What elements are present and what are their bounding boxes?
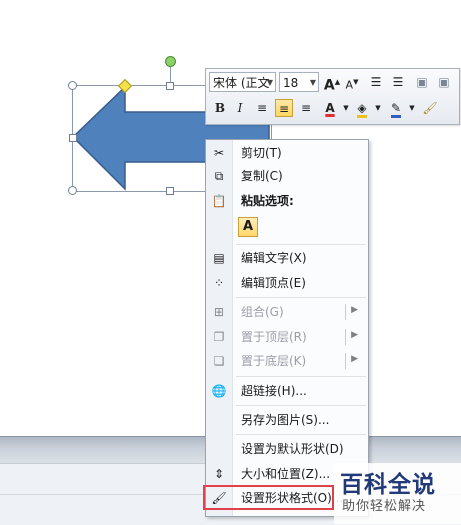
align-right-button[interactable]: ≡ xyxy=(297,99,315,117)
format-painter-button[interactable]: 🖌 xyxy=(421,99,439,117)
watermark-title: 百科全说 xyxy=(340,472,436,498)
menu-item-label: 大小和位置(Z)... xyxy=(241,467,331,481)
bold-button[interactable]: B xyxy=(211,99,229,117)
menu-item-edit-text[interactable]: ▤ 编辑文字(X) xyxy=(206,247,368,269)
align-left-button[interactable]: ≡ xyxy=(253,99,271,117)
hyperlink-icon: 🌐 xyxy=(211,384,227,398)
menu-item-label: 另存为图片(S)... xyxy=(241,413,330,427)
menu-item-edit-points[interactable]: ⁘ 编辑顶点(E) xyxy=(206,272,368,294)
shrink-font-button[interactable]: A▼ xyxy=(343,73,361,92)
menu-separator xyxy=(236,244,366,245)
resize-handle-top-left[interactable] xyxy=(68,81,77,90)
menu-item-label: 剪切(T) xyxy=(241,146,282,160)
bring-to-front-icon: ❐ xyxy=(213,330,225,344)
menu-item-label: 组合(G) xyxy=(241,305,284,319)
align-right-icon: ≡ xyxy=(300,101,312,115)
send-backward-icon: ▣ xyxy=(438,75,450,89)
menu-item-save-as-picture[interactable]: 另存为图片(S)... xyxy=(206,409,368,431)
font-color-icon: A xyxy=(325,101,335,115)
paste-options-header: 📋 粘贴选项: xyxy=(206,190,368,212)
rotation-handle[interactable] xyxy=(165,56,176,67)
shrink-font-icon: A xyxy=(345,78,354,92)
paste-text-only-button[interactable]: A xyxy=(238,217,258,237)
menu-item-set-default-shape[interactable]: 设置为默认形状(D) xyxy=(206,438,368,460)
grow-font-icon: A xyxy=(323,77,335,94)
align-center-icon: ≡ xyxy=(278,102,290,116)
context-menu: ✂ 剪切(T) ⧉ 复制(C) 📋 粘贴选项: A ▤ 编辑文字(X) ⁘ 编辑… xyxy=(205,139,369,517)
paste-icon: 📋 xyxy=(211,194,227,208)
send-to-back-icon: ❏ xyxy=(213,354,225,368)
menu-item-label: 超链接(H)... xyxy=(241,384,307,398)
resize-handle-bottom[interactable] xyxy=(166,187,174,195)
submenu-arrow-icon: ▶ xyxy=(351,330,358,340)
menu-item-label: 编辑文字(X) xyxy=(241,251,307,265)
pen-icon: ✎ xyxy=(390,101,402,118)
submenu-arrow-icon: ▶ xyxy=(351,305,358,315)
scissors-icon: ✂ xyxy=(213,146,225,160)
menu-item-label: 复制(C) xyxy=(241,169,283,183)
menu-item-label: 置于底层(K) xyxy=(241,354,307,368)
font-size-value: 18 xyxy=(283,76,299,90)
chevron-down-icon[interactable]: ▼ xyxy=(310,73,316,93)
menu-item-copy[interactable]: ⧉ 复制(C) xyxy=(206,165,368,187)
menu-separator xyxy=(236,434,366,435)
edit-text-icon: ▤ xyxy=(213,251,225,265)
format-painter-icon: 🖌 xyxy=(422,101,438,115)
bring-forward-icon: ▣ xyxy=(416,75,428,89)
mini-toolbar: 宋体 (正文 ▼ 18 ▼ A▲ A▼ ☰ ☰ ▣ ▣ B I ≡ ≡ ≡ A ▼ … xyxy=(205,68,460,125)
increase-indent-icon: ☰ xyxy=(392,75,404,89)
font-size-box[interactable]: 18 ▼ xyxy=(279,72,319,92)
decrease-indent-button[interactable]: ☰ xyxy=(367,73,385,91)
menu-item-label: 设置为默认形状(D) xyxy=(241,442,344,456)
menu-separator xyxy=(236,376,366,377)
resize-handle-bottom-left[interactable] xyxy=(68,186,77,195)
outline-color-dropdown[interactable]: ▼ xyxy=(403,99,421,117)
resize-handle-top[interactable] xyxy=(166,82,174,90)
font-name-box[interactable]: 宋体 (正文 ▼ xyxy=(209,72,276,92)
bring-forward-button[interactable]: ▣ xyxy=(413,73,431,91)
menu-item-label: 粘贴选项: xyxy=(241,194,294,208)
menu-item-label: 置于顶层(R) xyxy=(241,330,307,344)
chevron-down-icon[interactable]: ▼ xyxy=(267,73,273,93)
highlight-annotation xyxy=(203,485,334,510)
submenu-arrow-icon: ▶ xyxy=(351,354,358,364)
increase-indent-button[interactable]: ☰ xyxy=(389,73,407,91)
menu-item-hyperlink[interactable]: 🌐 超链接(H)... xyxy=(206,380,368,402)
watermark-subtitle: 助你轻松解决 xyxy=(342,499,427,514)
edit-points-icon: ⁘ xyxy=(213,276,225,290)
size-position-icon: ⇕ xyxy=(213,467,225,481)
decrease-indent-icon: ☰ xyxy=(370,75,382,89)
menu-item-cut[interactable]: ✂ 剪切(T) xyxy=(206,142,368,164)
send-backward-button[interactable]: ▣ xyxy=(435,73,453,91)
fill-color-dropdown[interactable]: ▼ xyxy=(369,99,387,117)
menu-item-label: 编辑顶点(E) xyxy=(241,276,306,290)
paint-bucket-icon: ◈ xyxy=(357,101,367,118)
font-name-value: 宋体 (正文 xyxy=(213,76,270,90)
menu-item-send-to-back[interactable]: ❏ 置于底层(K) ▶ xyxy=(206,350,368,372)
align-center-button[interactable]: ≡ xyxy=(275,99,293,117)
group-icon: ⊞ xyxy=(213,305,225,319)
grow-font-button[interactable]: A▲ xyxy=(323,73,341,94)
italic-button[interactable]: I xyxy=(231,99,249,117)
watermark-logo: 百科全说 助你轻松解决 xyxy=(334,463,461,524)
menu-item-group[interactable]: ⊞ 组合(G) ▶ xyxy=(206,301,368,323)
resize-handle-left[interactable] xyxy=(69,134,77,142)
menu-separator xyxy=(236,405,366,406)
align-left-icon: ≡ xyxy=(256,101,268,115)
copy-icon: ⧉ xyxy=(214,169,224,183)
menu-item-bring-to-front[interactable]: ❐ 置于顶层(R) ▶ xyxy=(206,326,368,348)
menu-separator xyxy=(236,297,366,298)
